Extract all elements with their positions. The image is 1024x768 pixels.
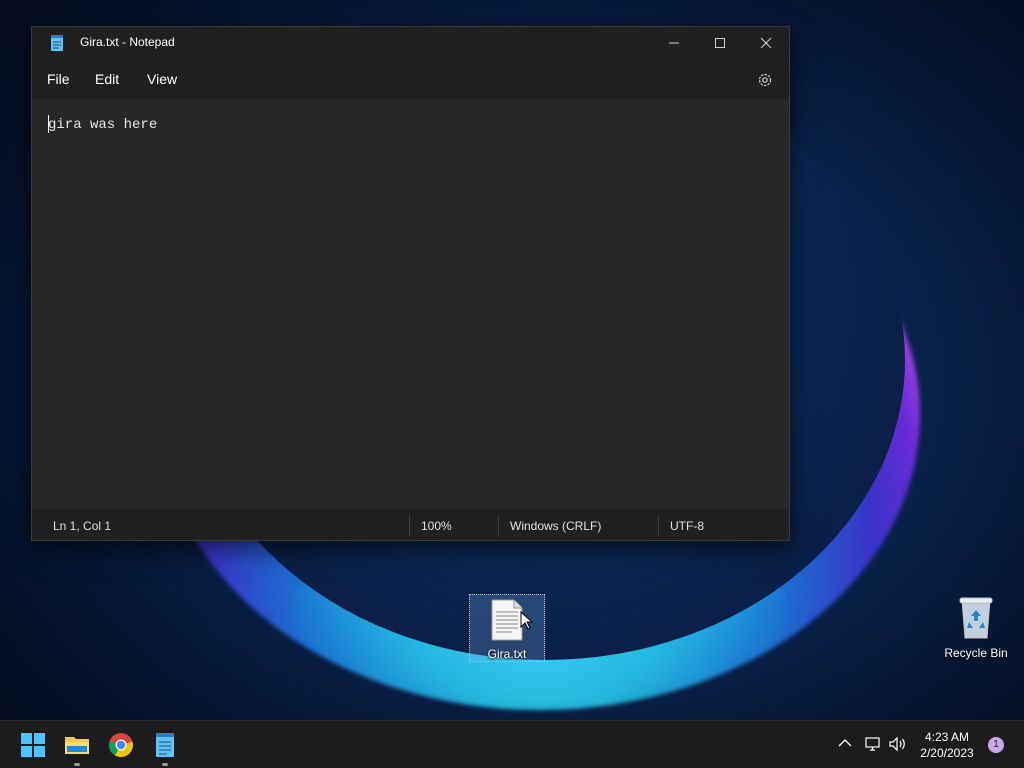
start-icon[interactable] <box>20 732 46 758</box>
desktop: Gira.txt - Notepad File Edit View gira w… <box>0 0 1024 768</box>
gear-icon[interactable] <box>756 71 774 89</box>
title-bar[interactable]: Gira.txt - Notepad <box>32 27 789 59</box>
minimize-button[interactable] <box>651 27 697 59</box>
recycle-bin-icon <box>959 597 993 639</box>
notepad-window: Gira.txt - Notepad File Edit View gira w… <box>31 26 790 541</box>
desktop-icon-recycle-bin[interactable]: Recycle Bin <box>940 594 1012 660</box>
editor-content: gira was here <box>48 117 158 133</box>
window-title: Gira.txt - Notepad <box>80 35 175 49</box>
menu-edit[interactable]: Edit <box>95 71 119 87</box>
status-line-ending: Windows (CRLF) <box>510 519 602 533</box>
menu-bar: File Edit View <box>32 63 789 97</box>
clock-date[interactable]: 2/20/2023 <box>912 746 982 760</box>
desktop-icon-gira-txt[interactable]: Gira.txt <box>469 594 545 662</box>
close-button[interactable] <box>743 27 789 59</box>
network-icon[interactable] <box>864 735 882 753</box>
status-encoding: UTF-8 <box>670 519 704 533</box>
file-explorer-icon[interactable] <box>64 732 90 758</box>
minimize-icon <box>669 42 679 44</box>
status-position: Ln 1, Col 1 <box>53 519 112 533</box>
text-file-icon <box>491 599 523 641</box>
status-bar: Ln 1, Col 1 100% Windows (CRLF) UTF-8 <box>32 511 789 540</box>
running-indicator <box>74 763 80 766</box>
notepad-taskbar-icon[interactable] <box>152 732 178 758</box>
status-divider <box>498 515 499 536</box>
menu-view[interactable]: View <box>147 71 177 87</box>
chevron-up-icon[interactable] <box>838 738 852 748</box>
clock-time[interactable]: 4:23 AM <box>912 730 982 744</box>
mouse-cursor-icon <box>520 611 534 630</box>
running-indicator <box>162 763 168 766</box>
desktop-icon-label: Gira.txt <box>487 647 527 661</box>
notepad-app-icon <box>51 35 63 51</box>
close-icon <box>760 37 772 49</box>
status-zoom: 100% <box>421 519 452 533</box>
taskbar: 4:23 AM 2/20/2023 1 <box>0 720 1024 768</box>
maximize-icon <box>715 38 725 48</box>
notification-badge[interactable]: 1 <box>988 737 1004 753</box>
status-divider <box>409 515 410 536</box>
text-editor[interactable]: gira was here <box>32 99 789 509</box>
desktop-icon-label: Recycle Bin <box>944 646 1008 660</box>
status-divider <box>658 515 659 536</box>
maximize-button[interactable] <box>697 27 743 59</box>
volume-icon[interactable] <box>888 735 908 753</box>
chrome-icon[interactable] <box>108 732 134 758</box>
menu-file[interactable]: File <box>47 71 70 87</box>
